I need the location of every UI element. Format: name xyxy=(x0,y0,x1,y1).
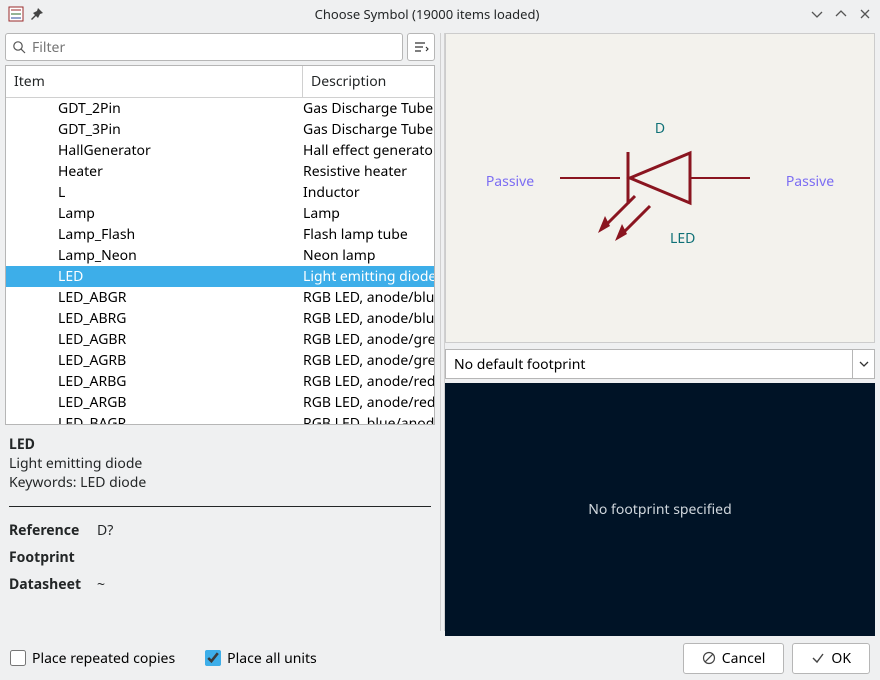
tree-cell-desc: RGB LED, anode/blue/green/red xyxy=(303,288,434,307)
tree-cell-item: LED_AGRB xyxy=(6,351,303,370)
tree-cell-desc: RGB LED, blue/anode/green/red xyxy=(303,414,434,424)
tree-cell-item: LED_BAGR xyxy=(6,414,303,424)
cancel-icon xyxy=(702,651,716,665)
tree-cell-desc: RGB LED, anode/red/green/blue xyxy=(303,393,434,412)
filter-input-wrap[interactable] xyxy=(5,33,403,61)
check-icon xyxy=(811,651,825,665)
tree-cell-item: LED_ARBG xyxy=(6,372,303,391)
detail-field-value: ~ xyxy=(97,575,105,594)
tree-cell-item: GDT_2Pin xyxy=(6,99,303,118)
tree-row[interactable]: HeaterResistive heater xyxy=(6,161,434,182)
footprint-selected-label: No default footprint xyxy=(454,355,585,374)
chevron-down-icon[interactable] xyxy=(852,350,874,378)
filter-input[interactable] xyxy=(32,38,396,57)
details-description: Light emitting diode xyxy=(9,454,431,473)
tree-row[interactable]: LampLamp xyxy=(6,203,434,224)
tree-row[interactable]: LED_ARGBRGB LED, anode/red/green/blue xyxy=(6,392,434,413)
footprint-preview[interactable]: No footprint specified xyxy=(445,383,875,636)
svg-text:Passive: Passive xyxy=(486,172,534,191)
tree-row[interactable]: Lamp_NeonNeon lamp xyxy=(6,245,434,266)
ok-button[interactable]: OK xyxy=(792,643,870,674)
tree-cell-desc: Gas Discharge Tube with two pins xyxy=(303,99,434,118)
symbol-tree: Item Description GDT_2PinGas Discharge T… xyxy=(5,65,435,425)
tree-cell-item: LED_ABRG xyxy=(6,309,303,328)
details-keywords: Keywords: LED diode xyxy=(9,473,431,492)
svg-text:LED: LED xyxy=(670,229,695,248)
tree-cell-desc: RGB LED, anode/red/blue/green xyxy=(303,372,434,391)
tree-cell-desc: Inductor xyxy=(303,183,434,202)
column-description[interactable]: Description xyxy=(303,66,434,97)
tree-cell-desc: Light emitting diode xyxy=(303,267,434,286)
cancel-button[interactable]: Cancel xyxy=(683,643,785,674)
tree-row[interactable]: GDT_3PinGas Discharge Tube with three pi… xyxy=(6,119,434,140)
symbol-details: LED Light emitting diode Keywords: LED d… xyxy=(5,425,435,606)
symbol-preview[interactable]: D LED Passive Passive xyxy=(445,33,875,343)
tree-row[interactable]: LED_ABRGRGB LED, anode/blue/red/green xyxy=(6,308,434,329)
tree-cell-item: LED_ARGB xyxy=(6,393,303,412)
svg-text:Passive: Passive xyxy=(786,172,834,191)
app-icon xyxy=(8,6,24,22)
tree-cell-desc: Resistive heater xyxy=(303,162,434,181)
tree-cell-desc: RGB LED, anode/green/red/blue xyxy=(303,351,434,370)
tree-cell-item: HallGenerator xyxy=(6,141,303,160)
svg-text:D: D xyxy=(655,119,665,138)
tree-cell-item: LED_ABGR xyxy=(6,288,303,307)
tree-row[interactable]: LED_BAGRRGB LED, blue/anode/green/red xyxy=(6,413,434,424)
search-icon xyxy=(12,40,26,54)
tree-row[interactable]: LED_AGRBRGB LED, anode/green/red/blue xyxy=(6,350,434,371)
place-all-units-checkbox[interactable]: Place all units xyxy=(205,649,317,668)
tree-cell-desc: Lamp xyxy=(303,204,434,223)
tree-cell-desc: Gas Discharge Tube with three pins xyxy=(303,120,434,139)
tree-cell-item: Lamp_Flash xyxy=(6,225,303,244)
tree-cell-item: LED_AGBR xyxy=(6,330,303,349)
maximize-button[interactable] xyxy=(834,7,848,21)
detail-field: Footprint xyxy=(9,548,431,567)
tree-header: Item Description xyxy=(6,66,434,98)
detail-field: ReferenceD? xyxy=(9,521,431,540)
details-divider xyxy=(9,506,431,507)
tree-row[interactable]: LED_AGBRRGB LED, anode/green/blue/red xyxy=(6,329,434,350)
tree-cell-desc: RGB LED, anode/blue/red/green xyxy=(303,309,434,328)
tree-row[interactable]: HallGeneratorHall effect generator senso… xyxy=(6,140,434,161)
detail-field-name: Footprint xyxy=(9,548,97,567)
tree-row[interactable]: LEDLight emitting diode xyxy=(6,266,434,287)
tree-cell-desc: RGB LED, anode/green/blue/red xyxy=(303,330,434,349)
details-name: LED xyxy=(9,435,431,454)
tree-row[interactable]: LInductor xyxy=(6,182,434,203)
detail-field-value: D? xyxy=(97,521,113,540)
filter-options-button[interactable] xyxy=(407,33,435,61)
pin-icon[interactable] xyxy=(30,7,44,21)
tree-cell-desc: Flash lamp tube xyxy=(303,225,434,244)
column-item[interactable]: Item xyxy=(6,66,303,97)
footprint-select[interactable]: No default footprint xyxy=(445,349,875,379)
tree-cell-item: GDT_3Pin xyxy=(6,120,303,139)
tree-cell-desc: Hall effect generator sensor xyxy=(303,141,434,160)
close-button[interactable] xyxy=(858,7,872,21)
right-pane: D LED Passive Passive No default footpri… xyxy=(445,28,880,636)
window-title: Choose Symbol (19000 items loaded) xyxy=(44,5,810,23)
tree-row[interactable]: GDT_2PinGas Discharge Tube with two pins xyxy=(6,98,434,119)
tree-cell-item: LED xyxy=(6,267,303,286)
tree-row[interactable]: LED_ARBGRGB LED, anode/red/blue/green xyxy=(6,371,434,392)
tree-cell-item: L xyxy=(6,183,303,202)
bottom-bar: Place repeated copies Place all units Ca… xyxy=(0,636,880,680)
footprint-preview-text: No footprint specified xyxy=(588,500,731,519)
tree-cell-item: Lamp_Neon xyxy=(6,246,303,265)
tree-cell-item: Heater xyxy=(6,162,303,181)
detail-field-name: Reference xyxy=(9,521,97,540)
left-pane: Item Description GDT_2PinGas Discharge T… xyxy=(0,28,440,636)
tree-row[interactable]: Lamp_FlashFlash lamp tube xyxy=(6,224,434,245)
minimize-button[interactable] xyxy=(810,7,824,21)
place-repeated-checkbox[interactable]: Place repeated copies xyxy=(10,649,175,668)
detail-field-name: Datasheet xyxy=(9,575,97,594)
tree-cell-desc: Neon lamp xyxy=(303,246,434,265)
detail-field: Datasheet~ xyxy=(9,575,431,594)
tree-cell-item: Lamp xyxy=(6,204,303,223)
tree-row[interactable]: LED_ABGRRGB LED, anode/blue/green/red xyxy=(6,287,434,308)
titlebar: Choose Symbol (19000 items loaded) xyxy=(0,0,880,28)
